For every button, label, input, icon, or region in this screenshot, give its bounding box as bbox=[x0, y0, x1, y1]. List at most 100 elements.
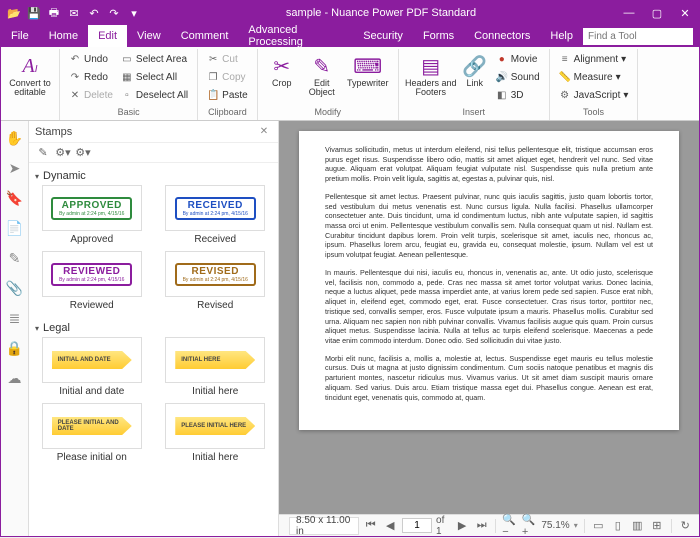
headers-footers-button[interactable]: ▤ Headers and Footers bbox=[405, 51, 457, 107]
deselect-all-button[interactable]: ▫Deselect All bbox=[118, 87, 191, 104]
page-number-input[interactable] bbox=[402, 518, 432, 533]
ribbon-group-basic: ↶Undo ↷Redo ✕Delete ▭Select Area ▦Select… bbox=[60, 49, 198, 120]
sound-button[interactable]: 🔊Sound bbox=[493, 69, 543, 86]
view-mode-4-icon[interactable]: ⊞ bbox=[649, 517, 665, 535]
prev-page-button[interactable]: ◀ bbox=[383, 517, 399, 535]
cut-icon: ✂ bbox=[207, 54, 219, 66]
3d-button[interactable]: ◧3D bbox=[493, 87, 543, 104]
copy-icon: ❐ bbox=[207, 72, 219, 84]
menubar: File Home Edit View Comment Advanced Pro… bbox=[1, 25, 699, 47]
view-mode-3-icon[interactable]: ▥ bbox=[630, 517, 646, 535]
stamp-preview[interactable]: RECEIVEDBy admin at 2:24 pm, 4/15/16 bbox=[165, 185, 265, 231]
undo-icon[interactable]: ↶ bbox=[85, 4, 103, 22]
headers-icon: ▤ bbox=[421, 53, 440, 79]
find-tool-input[interactable] bbox=[583, 28, 693, 45]
menu-comment[interactable]: Comment bbox=[171, 25, 239, 47]
hand-tool-icon[interactable]: ✋ bbox=[4, 127, 26, 149]
print-icon[interactable]: 🖶 bbox=[45, 4, 63, 22]
stamp-label: Received bbox=[194, 234, 236, 245]
layers-icon[interactable]: ≣ bbox=[4, 307, 26, 329]
stamp-options-icon[interactable]: ⚙▾ bbox=[75, 145, 91, 161]
stamp-settings-icon[interactable]: ⚙▾ bbox=[55, 145, 71, 161]
menu-view[interactable]: View bbox=[127, 25, 171, 47]
ribbon-group-modify: ✂ Crop ✎ Edit Object ⌨ Typewriter Modify bbox=[258, 49, 399, 120]
close-button[interactable]: ✕ bbox=[671, 1, 699, 25]
edit-object-button[interactable]: ✎ Edit Object bbox=[302, 51, 342, 107]
menu-advanced[interactable]: Advanced Processing bbox=[238, 25, 353, 47]
security-icon[interactable]: 🔒 bbox=[4, 337, 26, 359]
stamp-preview[interactable]: PLEASE INITIAL HERE bbox=[165, 403, 265, 449]
stamp-preview[interactable]: REVISEDBy admin at 2:24 pm, 4/15/16 bbox=[165, 251, 265, 297]
last-page-button[interactable]: ⏭ bbox=[474, 517, 490, 535]
redo-button[interactable]: ↷Redo bbox=[66, 69, 116, 86]
panel-title: Stamps bbox=[35, 126, 72, 138]
ribbon-group-clipboard: ✂Cut ❐Copy 📋Paste Clipboard bbox=[198, 49, 258, 120]
paste-button[interactable]: 📋Paste bbox=[204, 87, 251, 104]
stamp-label: Revised bbox=[197, 300, 233, 311]
menu-forms[interactable]: Forms bbox=[413, 25, 464, 47]
zoom-out-button[interactable]: 🔍− bbox=[502, 517, 518, 535]
cloud-icon[interactable]: ☁ bbox=[4, 367, 26, 389]
document-area: Vivamus sollicitudin, metus ut interdum … bbox=[279, 121, 699, 536]
stamp-item: PLEASE INITIAL AND DATEPlease initial on bbox=[35, 403, 149, 463]
movie-icon: ● bbox=[496, 54, 508, 66]
undo-button[interactable]: ↶Undo bbox=[66, 51, 116, 68]
sound-icon: 🔊 bbox=[496, 72, 508, 84]
bookmarks-icon[interactable]: 🔖 bbox=[4, 187, 26, 209]
category-legal[interactable]: Legal bbox=[35, 319, 272, 337]
menu-connectors[interactable]: Connectors bbox=[464, 25, 540, 47]
link-button[interactable]: 🔗 Link bbox=[459, 51, 491, 107]
menu-help[interactable]: Help bbox=[540, 25, 583, 47]
alignment-button[interactable]: ≡Alignment ▾ bbox=[556, 51, 632, 68]
panel-close-icon[interactable]: ✕ bbox=[256, 124, 272, 140]
minimize-button[interactable]: ― bbox=[615, 1, 643, 25]
stamp-preview[interactable]: INITIAL HERE bbox=[165, 337, 265, 383]
attachments-icon[interactable]: 📎 bbox=[4, 277, 26, 299]
typewriter-button[interactable]: ⌨ Typewriter bbox=[344, 51, 392, 107]
menu-edit[interactable]: Edit bbox=[88, 25, 127, 47]
stamp-label: Initial and date bbox=[59, 386, 124, 397]
view-mode-2-icon[interactable]: ▯ bbox=[610, 517, 626, 535]
movie-button[interactable]: ●Movie bbox=[493, 51, 543, 68]
menu-security[interactable]: Security bbox=[353, 25, 413, 47]
menu-file[interactable]: File bbox=[1, 25, 39, 47]
edit-icon[interactable]: ✎ bbox=[4, 247, 26, 269]
mail-icon[interactable]: ✉ bbox=[65, 4, 83, 22]
select-area-button[interactable]: ▭Select Area bbox=[118, 51, 191, 68]
view-mode-1-icon[interactable]: ▭ bbox=[591, 517, 607, 535]
category-dynamic[interactable]: Dynamic bbox=[35, 167, 272, 185]
convert-button[interactable]: AI Convert to editable bbox=[7, 51, 53, 107]
qat-dropdown-icon[interactable]: ▾ bbox=[125, 4, 143, 22]
stamp-preview[interactable]: INITIAL AND DATE bbox=[42, 337, 142, 383]
window-title: sample - Nuance Power PDF Standard bbox=[147, 7, 615, 19]
stamp-preview[interactable]: REVIEWEDBy admin at 2:24 pm, 4/15/16 bbox=[42, 251, 142, 297]
rotate-button[interactable]: ↻ bbox=[677, 517, 693, 535]
arrow-tool-icon[interactable]: ➤ bbox=[4, 157, 26, 179]
delete-button[interactable]: ✕Delete bbox=[66, 87, 116, 104]
new-stamp-icon[interactable]: ✎ bbox=[35, 145, 51, 161]
next-page-button[interactable]: ▶ bbox=[454, 517, 470, 535]
quick-access-toolbar: 📂 💾 🖶 ✉ ↶ ↷ ▾ bbox=[1, 4, 147, 22]
maximize-button[interactable]: ▢ bbox=[643, 1, 671, 25]
left-rail: ✋ ➤ 🔖 📄 ✎ 📎 ≣ 🔒 ☁ bbox=[1, 121, 29, 536]
crop-button[interactable]: ✂ Crop bbox=[264, 51, 300, 107]
redo-icon[interactable]: ↷ bbox=[105, 4, 123, 22]
copy-button[interactable]: ❐Copy bbox=[204, 69, 251, 86]
stamp-item: APPROVEDBy admin at 2:24 pm, 4/15/16Appr… bbox=[35, 185, 149, 245]
stamp-preview[interactable]: APPROVEDBy admin at 2:24 pm, 4/15/16 bbox=[42, 185, 142, 231]
select-all-button[interactable]: ▦Select All bbox=[118, 69, 191, 86]
zoom-in-button[interactable]: 🔍+ bbox=[522, 517, 538, 535]
measure-button[interactable]: 📏Measure ▾ bbox=[556, 69, 632, 86]
javascript-button[interactable]: ⚙JavaScript ▾ bbox=[556, 87, 632, 104]
stamp-label: Initial here bbox=[192, 452, 238, 463]
save-icon[interactable]: 💾 bbox=[25, 4, 43, 22]
stamp-preview[interactable]: PLEASE INITIAL AND DATE bbox=[42, 403, 142, 449]
crop-icon: ✂ bbox=[273, 53, 290, 79]
menu-home[interactable]: Home bbox=[39, 25, 88, 47]
cut-button[interactable]: ✂Cut bbox=[204, 51, 251, 68]
open-icon[interactable]: 📂 bbox=[5, 4, 23, 22]
pages-icon[interactable]: 📄 bbox=[4, 217, 26, 239]
first-page-button[interactable]: ⏮ bbox=[363, 517, 379, 535]
document-scroll[interactable]: Vivamus sollicitudin, metus ut interdum … bbox=[279, 121, 699, 514]
paragraph: Vivamus sollicitudin, metus ut interdum … bbox=[325, 145, 653, 184]
